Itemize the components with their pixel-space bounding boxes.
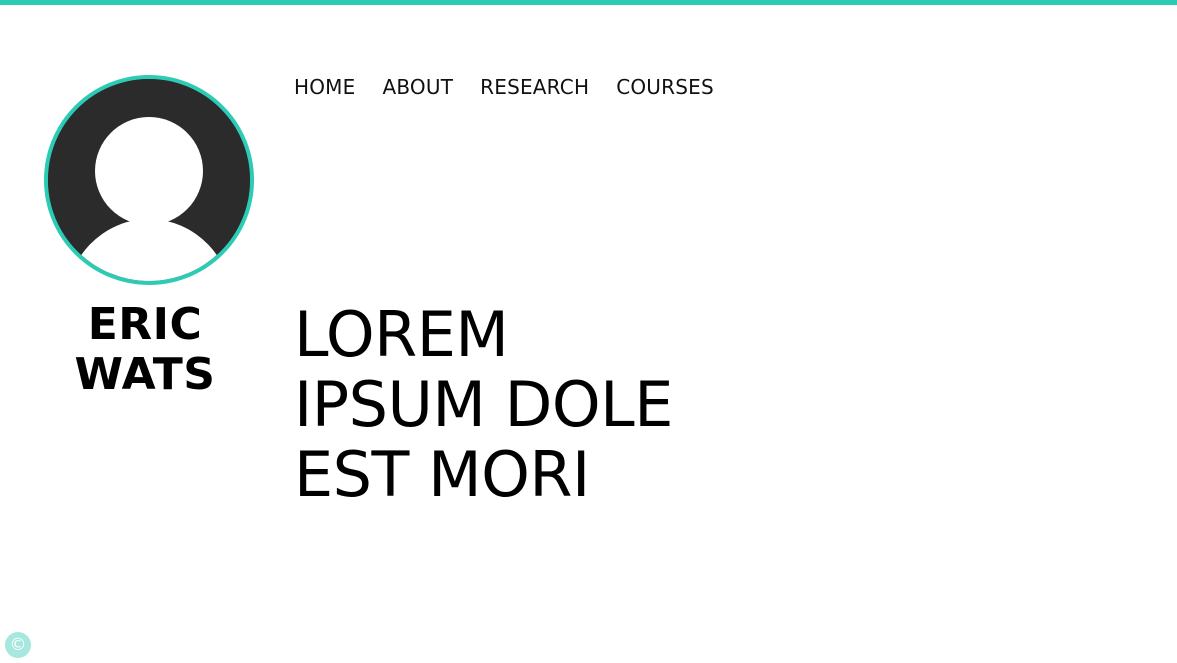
author-name: ERIC WATS (40, 300, 250, 400)
hero-line2: IPSUM DOLE (294, 368, 673, 441)
nav-research-link[interactable]: RESEARCH (480, 72, 589, 102)
hero-line1: LOREM (294, 298, 509, 371)
hero-heading: LOREM IPSUM DOLE EST MORI (294, 300, 673, 510)
copyright-icon[interactable]: © (5, 632, 31, 658)
user-silhouette-icon (48, 79, 250, 281)
nav-home-link[interactable]: HOME (294, 72, 355, 102)
nav-courses-link[interactable]: COURSES (616, 72, 714, 102)
nav-about-link[interactable]: ABOUT (382, 72, 453, 102)
main-nav: HOME ABOUT RESEARCH COURSES (294, 72, 741, 102)
author-name-line2: WATS (74, 349, 216, 400)
author-name-line1: ERIC (87, 299, 203, 350)
avatar (44, 75, 254, 285)
top-accent-bar (0, 0, 1177, 5)
hero-line3: EST MORI (294, 438, 590, 511)
